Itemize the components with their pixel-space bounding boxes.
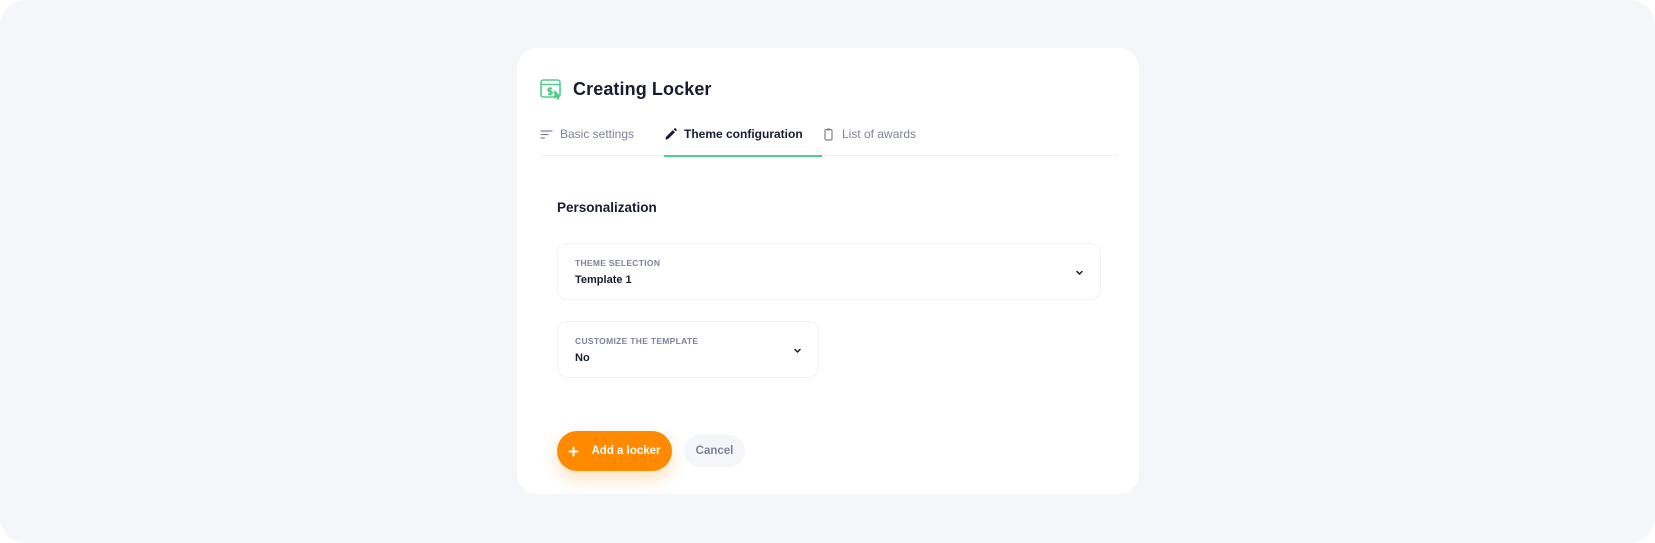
tab-label: Theme configuration <box>684 127 803 141</box>
field-value: Template 1 <box>575 274 632 286</box>
tab-bar: Basic settings Theme configuration List … <box>540 122 1118 157</box>
pencil-icon <box>664 127 677 141</box>
tab-basic-settings[interactable]: Basic settings <box>540 122 664 156</box>
section-title: Personalization <box>557 200 657 215</box>
field-value: No <box>575 352 590 364</box>
tab-theme-configuration[interactable]: Theme configuration <box>664 122 822 157</box>
page-header: Creating Locker <box>540 78 712 100</box>
plus-icon <box>568 446 579 457</box>
customize-template-select[interactable]: Customize the template No <box>557 321 819 378</box>
clipboard-icon <box>822 128 835 141</box>
tab-label: Basic settings <box>560 127 635 141</box>
tab-list-of-awards[interactable]: List of awards <box>822 122 916 156</box>
add-locker-button[interactable]: Add a locker <box>557 431 672 471</box>
cancel-button[interactable]: Cancel <box>684 435 745 467</box>
page-title: Creating Locker <box>573 78 712 99</box>
chevron-down-icon <box>1075 268 1084 277</box>
add-locker-label: Add a locker <box>591 445 661 457</box>
field-label: Customize the template <box>575 336 699 346</box>
money-browser-icon <box>540 78 562 100</box>
field-label: Theme selection <box>575 258 661 268</box>
locker-form-card: Creating Locker Basic settings Theme con… <box>517 48 1139 494</box>
theme-selection-select[interactable]: Theme selection Template 1 <box>557 243 1101 300</box>
chevron-down-icon <box>793 346 802 355</box>
tab-label: List of awards <box>842 127 917 141</box>
sort-lines-icon <box>540 128 553 141</box>
